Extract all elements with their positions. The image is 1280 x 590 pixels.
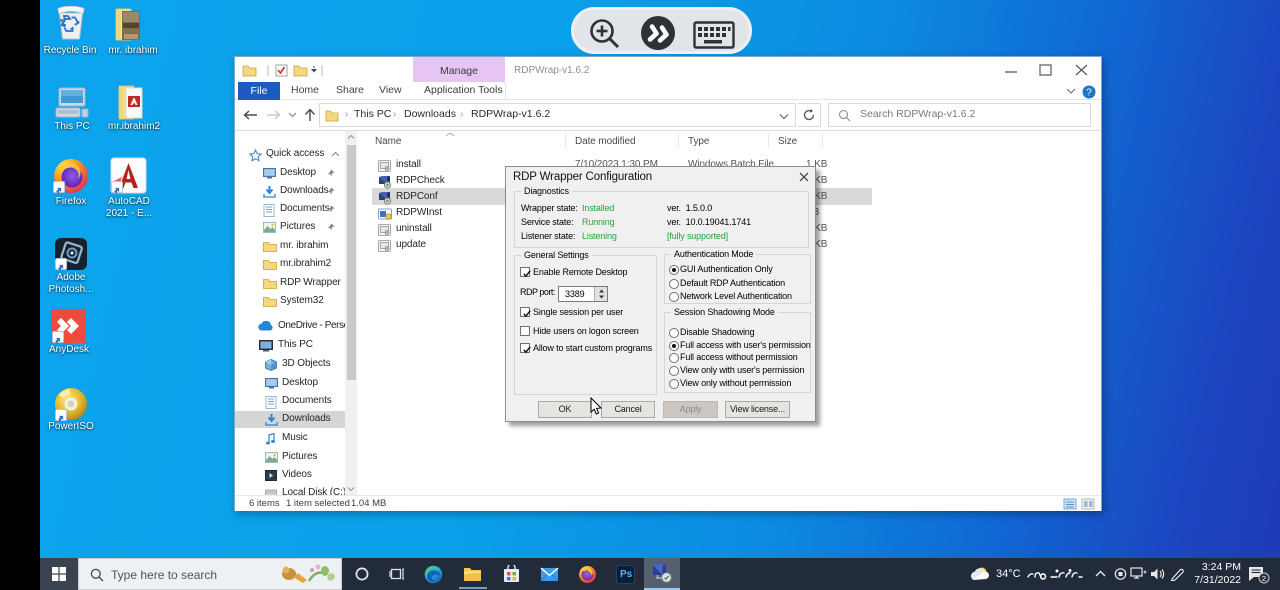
svg-text:?: ?	[1086, 88, 1092, 99]
svg-text:2: 2	[1262, 574, 1266, 583]
